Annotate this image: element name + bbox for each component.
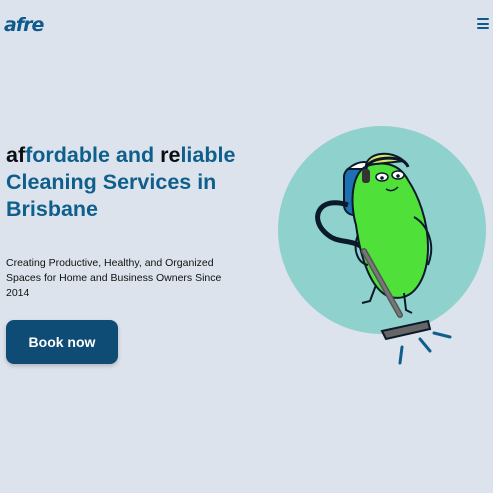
menu-line — [477, 22, 489, 25]
headline-part: fordable and — [25, 143, 161, 167]
hero-subtext: Creating Productive, Healthy, and Organi… — [6, 257, 222, 299]
cleaning-pickle-with-vacuum-illustration — [278, 126, 486, 365]
menu-line — [477, 27, 489, 29]
hero-headline: affordable and reliable Cleaning Service… — [6, 142, 276, 223]
menu-line — [477, 18, 489, 20]
book-now-button[interactable]: Book now — [6, 320, 118, 364]
headline-part: af — [6, 143, 26, 167]
hamburger-menu-icon[interactable] — [477, 18, 489, 29]
brand-logo[interactable]: afre — [4, 14, 44, 36]
headline-part: re — [160, 143, 181, 167]
